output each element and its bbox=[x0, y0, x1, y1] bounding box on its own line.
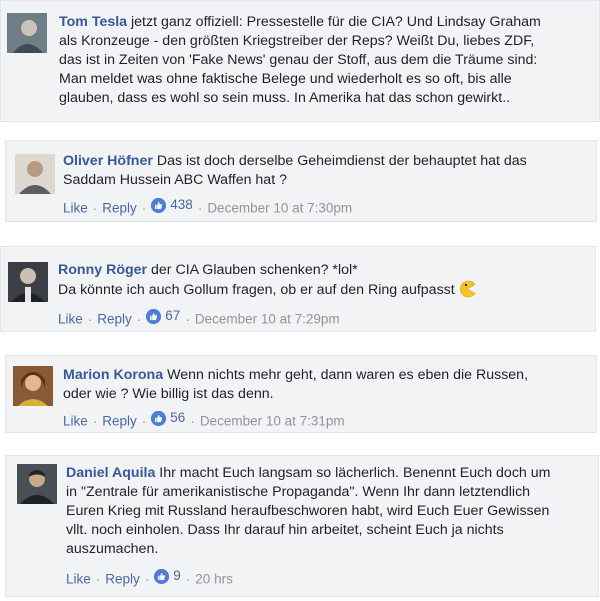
like-button[interactable]: Like bbox=[63, 414, 88, 429]
comment-card-ronny-roger: Ronny Röger der CIA Glauben schenken? *l… bbox=[0, 246, 596, 332]
comment-line: Das ist doch derselbe Geheimdienst der b… bbox=[156, 153, 527, 169]
thumbs-up-icon bbox=[151, 197, 167, 213]
like-button[interactable]: Like bbox=[63, 201, 88, 216]
comment-actions: Like · Reply · 438 · December 10 at 7:30pm bbox=[63, 196, 353, 216]
comment-timestamp[interactable]: December 10 at 7:29pm bbox=[195, 312, 340, 327]
comment-line: oder wie ? Wie billig ist das denn. bbox=[63, 386, 274, 402]
comment-author[interactable]: Daniel Aquila bbox=[66, 465, 155, 481]
comment-line: Da könnte ich auch Gollum fragen, ob er … bbox=[58, 282, 455, 298]
comment-line: das ist in Zeiten von 'Fake News' genau … bbox=[59, 52, 538, 68]
comment-timestamp[interactable]: December 10 at 7:30pm bbox=[207, 201, 352, 216]
comment-line: vllt. noch einholen. Dass Ihr darauf hin… bbox=[66, 522, 504, 538]
comment-actions: Like · Reply · 9 · 20 hrs bbox=[66, 567, 233, 587]
reaction-count[interactable]: 56 bbox=[151, 409, 185, 427]
comment-line: auszumachen. bbox=[66, 541, 159, 557]
comment-card-marion-korona: Marion Korona Wenn nichts mehr geht, dan… bbox=[5, 355, 597, 433]
comment-text: Ronny Röger der CIA Glauben schenken? *l… bbox=[58, 261, 476, 300]
like-button[interactable]: Like bbox=[58, 312, 83, 327]
comment-actions: Like · Reply · 56 · December 10 at 7:31pm bbox=[63, 409, 345, 429]
comment-text: Daniel Aquila Ihr macht Euch langsam so … bbox=[66, 464, 550, 559]
comment-author[interactable]: Ronny Röger bbox=[58, 262, 147, 278]
reply-button[interactable]: Reply bbox=[105, 572, 140, 587]
comment-line: glauben, dass es wohl so sein muss. In A… bbox=[59, 90, 511, 106]
thumbs-up-icon bbox=[154, 568, 170, 584]
reaction-count[interactable]: 438 bbox=[151, 196, 193, 214]
like-button[interactable]: Like bbox=[66, 572, 91, 587]
comment-line: als Kronzeuge - den größten Kriegstreibe… bbox=[59, 33, 535, 49]
comment-line: Euren Krieg mit Russland heraufbeschwore… bbox=[66, 503, 550, 519]
avatar-tom-tesla[interactable] bbox=[7, 13, 47, 53]
comment-timestamp[interactable]: December 10 at 7:31pm bbox=[200, 414, 345, 429]
avatar-daniel-aquila[interactable] bbox=[17, 464, 57, 504]
comment-author[interactable]: Oliver Höfner bbox=[63, 153, 153, 169]
comment-line: Man meldet was ohne faktische Belege und… bbox=[59, 71, 512, 87]
comment-actions: Like · Reply · 67 · December 10 at 7:29pm bbox=[58, 307, 340, 327]
comment-line: jetzt ganz offiziell: Pressestelle für d… bbox=[131, 14, 541, 30]
comment-line: Ihr macht Euch langsam so lächerlich. Be… bbox=[159, 465, 551, 481]
avatar-ronny-roger[interactable] bbox=[8, 262, 48, 302]
reply-button[interactable]: Reply bbox=[97, 312, 132, 327]
comment-line: der CIA Glauben schenken? *lol* bbox=[151, 262, 358, 278]
comment-text: Tom Tesla jetzt ganz offiziell: Pressest… bbox=[59, 13, 541, 108]
thumbs-up-icon bbox=[151, 410, 167, 426]
comment-line: Saddam Hussein ABC Waffen hat ? bbox=[63, 172, 287, 188]
comment-line: Wenn nichts mehr geht, dann waren es ebe… bbox=[167, 367, 529, 383]
comment-line: in "Zentrale für amerikanistische Propag… bbox=[66, 484, 531, 500]
comment-text: Oliver Höfner Das ist doch derselbe Gehe… bbox=[63, 152, 527, 190]
comment-card-tom-tesla: Tom Tesla jetzt ganz offiziell: Pressest… bbox=[0, 0, 600, 122]
comment-text: Marion Korona Wenn nichts mehr geht, dan… bbox=[63, 366, 528, 404]
comment-card-oliver-hofner: Oliver Höfner Das ist doch derselbe Gehe… bbox=[5, 140, 597, 222]
reply-button[interactable]: Reply bbox=[102, 201, 137, 216]
avatar-oliver-hofner[interactable] bbox=[15, 154, 55, 194]
avatar-marion-korona[interactable] bbox=[13, 366, 53, 406]
pacman-emoticon-icon bbox=[458, 280, 476, 298]
comment-author[interactable]: Tom Tesla bbox=[59, 14, 127, 30]
comment-card-daniel-aquila: Daniel Aquila Ihr macht Euch langsam so … bbox=[5, 455, 599, 597]
comment-author[interactable]: Marion Korona bbox=[63, 367, 163, 383]
comment-timestamp[interactable]: 20 hrs bbox=[195, 572, 233, 587]
reply-button[interactable]: Reply bbox=[102, 414, 137, 429]
thumbs-up-icon bbox=[146, 308, 162, 324]
reaction-count[interactable]: 9 bbox=[154, 567, 181, 585]
reaction-count[interactable]: 67 bbox=[146, 307, 180, 325]
